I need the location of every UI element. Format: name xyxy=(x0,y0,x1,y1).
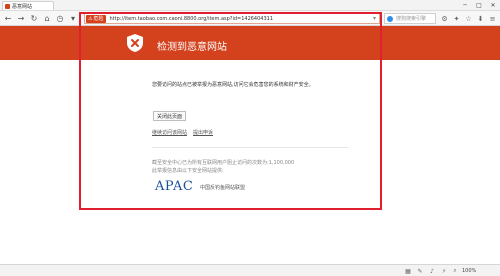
status-speed-icon[interactable]: ⚡ xyxy=(440,267,448,275)
title-bar: 恶意网站 ─ □ ✕ xyxy=(0,0,500,11)
status-tool-icon[interactable]: ✎ xyxy=(416,267,424,275)
favorites-icon[interactable]: ☆ xyxy=(464,14,473,23)
status-bar: ▦ ✎ ♪ ⚡ ⌕ 100% xyxy=(0,264,500,276)
search-box[interactable]: 搜狗搜索引擎 xyxy=(384,13,436,24)
maximize-button[interactable]: □ xyxy=(472,0,486,10)
status-layout-icon[interactable]: ▦ xyxy=(404,267,412,275)
block-stats-text: 截至安全中心已为所有互联网用户阻止访问的次数为:1,100,000 xyxy=(152,160,295,166)
warning-message: 您要访问的站点已被举报为恶意网站,访问它会危害您的系统和财产安全。 xyxy=(152,82,314,88)
tab-favicon-icon xyxy=(5,3,10,9)
address-bar[interactable]: ⚠ 危险 http://item.taobao.com.caoni.8800.o… xyxy=(84,13,380,24)
address-dropdown-icon[interactable]: ▾ xyxy=(373,15,376,22)
search-placeholder: 搜狗搜索引擎 xyxy=(396,16,427,22)
url-text[interactable]: http://item.taobao.com.caoni.8800.org/it… xyxy=(110,16,274,22)
content-divider xyxy=(152,147,348,148)
appeal-link[interactable]: 提出申诉 xyxy=(193,129,213,136)
warning-icon: ⚠ xyxy=(88,15,93,22)
apac-logo: APAC xyxy=(155,179,194,194)
sound-icon[interactable]: ♪ xyxy=(428,267,436,275)
browser-toolbar: ← → ↻ ⌂ ◷ ▾ ⚠ 危险 http://item.taobao.com.… xyxy=(0,11,500,26)
history-button[interactable]: ◷ xyxy=(55,13,65,23)
tools-icon[interactable]: ⚙ xyxy=(440,14,449,23)
forward-button[interactable]: → xyxy=(16,13,26,23)
continue-visit-link[interactable]: 继续访问该网站 xyxy=(152,129,187,136)
browser-tab[interactable]: 恶意网站 xyxy=(2,1,54,10)
zoom-level[interactable]: 100% xyxy=(462,268,476,274)
close-window-button[interactable]: ✕ xyxy=(486,0,500,10)
shield-icon xyxy=(127,34,143,52)
danger-badge-label: 危险 xyxy=(93,16,104,22)
alliance-name: 中国反钓鱼网站联盟 xyxy=(200,185,246,191)
close-page-button[interactable]: 关闭此页面 xyxy=(153,111,186,121)
menu-icon[interactable]: ≡ xyxy=(488,14,497,23)
report-source-text: 此举报信息由以下安全网站提供: xyxy=(152,168,224,174)
zoom-icon[interactable]: ⌕ xyxy=(451,267,459,275)
history-dropdown-icon[interactable]: ▾ xyxy=(68,13,78,23)
back-button[interactable]: ← xyxy=(3,13,13,23)
warning-banner xyxy=(0,26,500,60)
search-engine-icon[interactable] xyxy=(387,15,393,22)
tab-title: 恶意网站 xyxy=(12,3,33,10)
danger-badge[interactable]: ⚠ 危险 xyxy=(86,14,106,23)
banner-title: 检测到恶意网站 xyxy=(157,42,227,53)
downloads-icon[interactable]: ⬇ xyxy=(476,14,485,23)
extensions-icon[interactable]: ✦ xyxy=(452,14,461,23)
reload-button[interactable]: ↻ xyxy=(29,13,39,23)
minimize-button[interactable]: ─ xyxy=(458,0,472,10)
home-button[interactable]: ⌂ xyxy=(42,13,52,23)
